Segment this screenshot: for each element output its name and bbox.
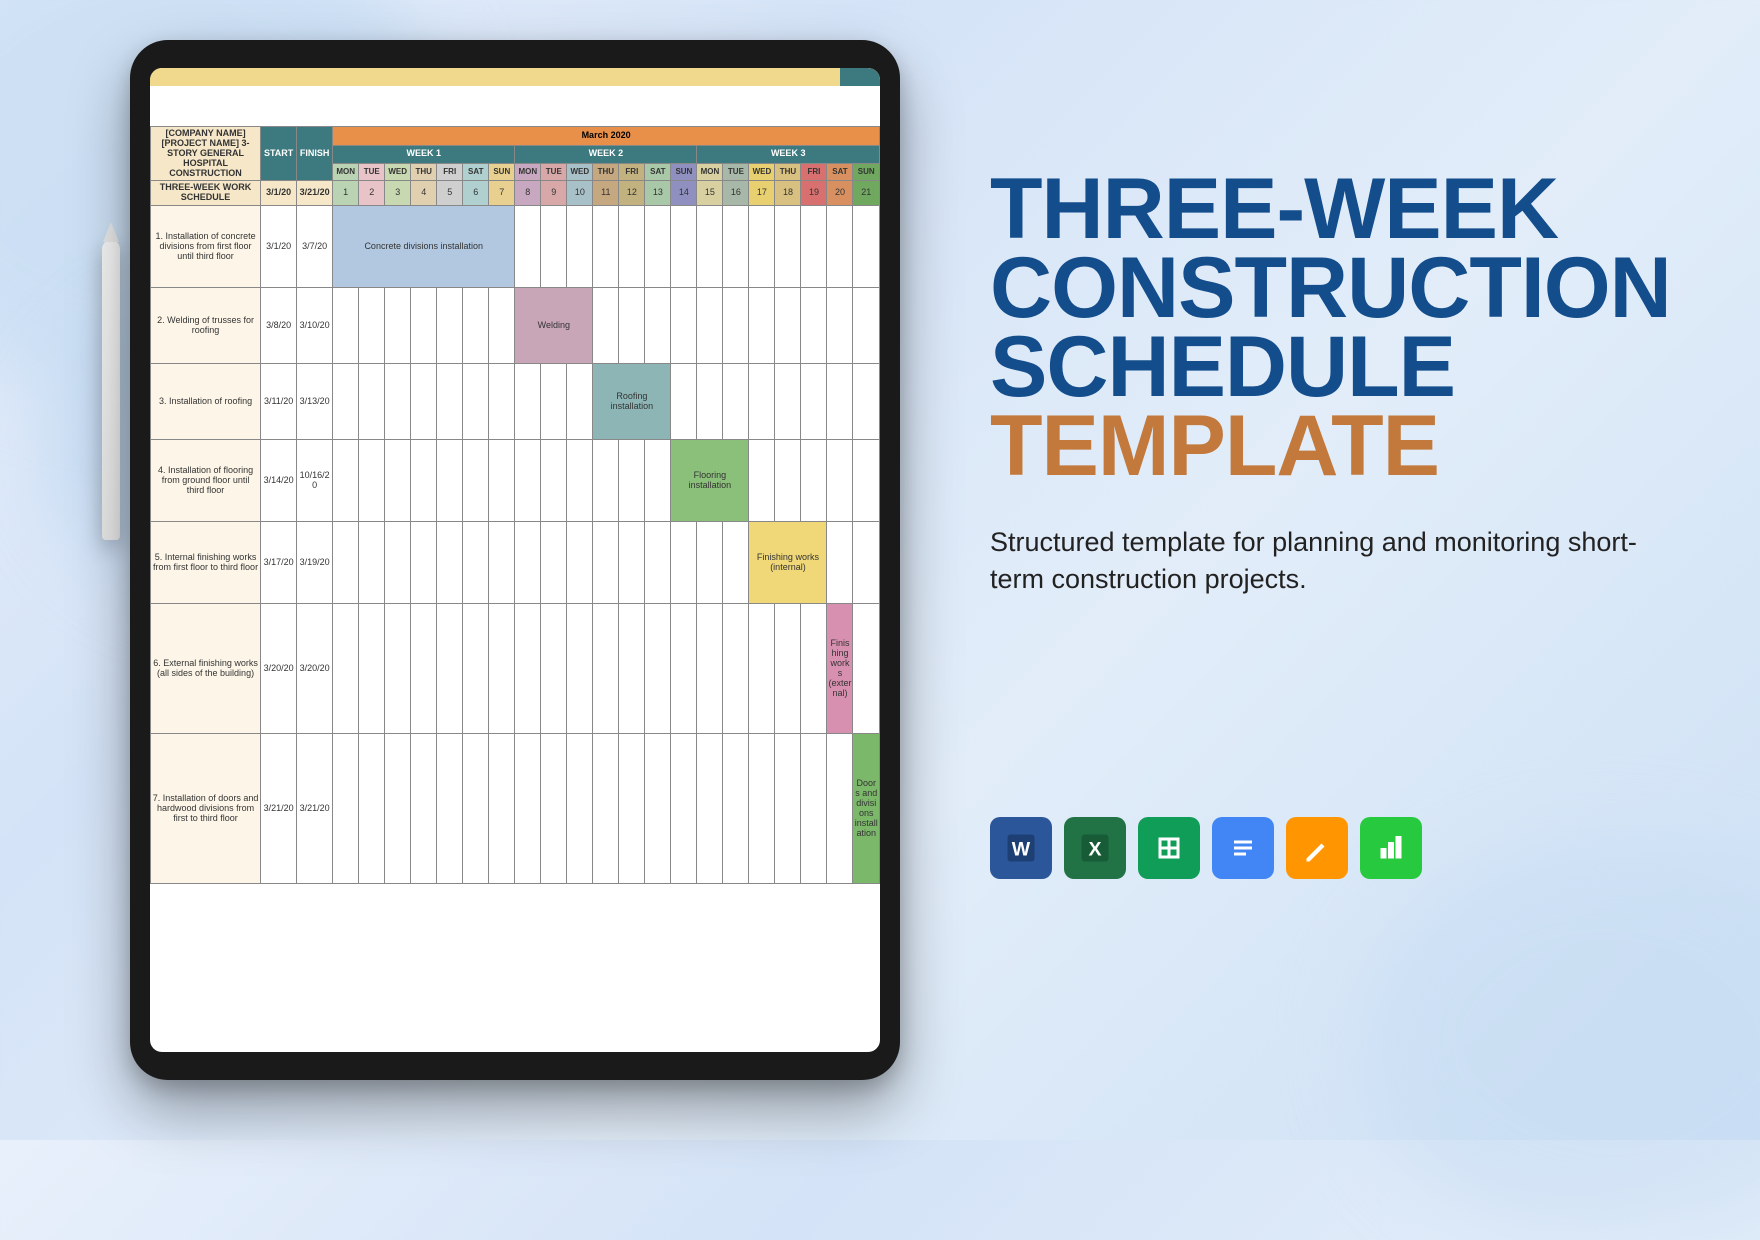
- task-end: 3/13/20: [297, 364, 333, 440]
- tablet-mockup: [COMPANY NAME] [PROJECT NAME] 3-STORY GE…: [130, 40, 900, 1080]
- day-numbers-row: THREE-WEEK WORK SCHEDULE 3/1/20 3/21/20 …: [151, 181, 880, 206]
- task-name: 7. Installation of doors and hardwood di…: [151, 734, 261, 884]
- task-start: 3/8/20: [261, 288, 297, 364]
- day-header: SAT: [645, 164, 671, 181]
- day-header: MON: [697, 164, 723, 181]
- gantt-bar: Finishing works (external): [827, 604, 853, 734]
- gantt-bar: Roofing installation: [593, 364, 671, 440]
- task-row: 5. Internal finishing works from first f…: [151, 522, 880, 604]
- day-header: MON: [515, 164, 541, 181]
- day-header: SUN: [853, 164, 880, 181]
- numbers-icon: [1360, 817, 1422, 879]
- task-end: 3/21/20: [297, 734, 333, 884]
- gantt-bar: Concrete divisions installation: [333, 206, 515, 288]
- task-start: 3/11/20: [261, 364, 297, 440]
- task-end: 3/20/20: [297, 604, 333, 734]
- day-header: SUN: [671, 164, 697, 181]
- task-start: 3/14/20: [261, 440, 297, 522]
- docs-icon: [1212, 817, 1274, 879]
- sheet-top-bar: [150, 68, 880, 86]
- schedule-table: [COMPANY NAME] [PROJECT NAME] 3-STORY GE…: [150, 126, 880, 884]
- task-start: 3/21/20: [261, 734, 297, 884]
- gantt-bar: Doors and divisions installation: [853, 734, 880, 884]
- word-icon: W: [990, 817, 1052, 879]
- task-start: 3/17/20: [261, 522, 297, 604]
- day-header: FRI: [801, 164, 827, 181]
- day-header: FRI: [619, 164, 645, 181]
- sheets-icon: [1138, 817, 1200, 879]
- task-end: 3/7/20: [297, 206, 333, 288]
- day-header: SAT: [827, 164, 853, 181]
- gantt-bar: Finishing works (internal): [749, 522, 827, 604]
- marketing-copy: THREE-WEEK CONSTRUCTION SCHEDULE TEMPLAT…: [990, 170, 1670, 879]
- task-start: 3/1/20: [261, 206, 297, 288]
- finish-header: FINISH: [297, 127, 333, 181]
- svg-text:X: X: [1088, 839, 1101, 861]
- day-header: SUN: [489, 164, 515, 181]
- day-header: MON: [333, 164, 359, 181]
- task-name: 3. Installation of roofing: [151, 364, 261, 440]
- month-header: March 2020: [333, 127, 880, 146]
- day-header: TUE: [723, 164, 749, 181]
- task-row: 3. Installation of roofing3/11/203/13/20…: [151, 364, 880, 440]
- task-row: 6. External finishing works (all sides o…: [151, 604, 880, 734]
- day-header: THU: [411, 164, 437, 181]
- page-title: THREE-WEEK CONSTRUCTION SCHEDULE TEMPLAT…: [990, 170, 1670, 486]
- format-icons-row: W X: [990, 817, 1670, 879]
- day-header: TUE: [359, 164, 385, 181]
- task-row: 1. Installation of concrete divisions fr…: [151, 206, 880, 288]
- gantt-bar: Flooring installation: [671, 440, 749, 522]
- day-header: THU: [593, 164, 619, 181]
- task-row: 2. Welding of trusses for roofing3/8/203…: [151, 288, 880, 364]
- tablet-screen: [COMPANY NAME] [PROJECT NAME] 3-STORY GE…: [150, 68, 880, 1052]
- task-name: 2. Welding of trusses for roofing: [151, 288, 261, 364]
- task-end: 3/19/20: [297, 522, 333, 604]
- task-end: 10/16/20: [297, 440, 333, 522]
- svg-text:W: W: [1012, 839, 1031, 861]
- start-header: START: [261, 127, 297, 181]
- task-row: 7. Installation of doors and hardwood di…: [151, 734, 880, 884]
- schedule-label: THREE-WEEK WORK SCHEDULE: [151, 181, 261, 206]
- task-name: 4. Installation of flooring from ground …: [151, 440, 261, 522]
- excel-icon: X: [1064, 817, 1126, 879]
- task-start: 3/20/20: [261, 604, 297, 734]
- project-header: [COMPANY NAME] [PROJECT NAME] 3-STORY GE…: [151, 127, 261, 181]
- page-subtitle: Structured template for planning and mon…: [990, 524, 1670, 597]
- task-name: 6. External finishing works (all sides o…: [151, 604, 261, 734]
- day-header: FRI: [437, 164, 463, 181]
- day-header: WED: [749, 164, 775, 181]
- apple-pencil: [102, 240, 120, 540]
- task-row: 4. Installation of flooring from ground …: [151, 440, 880, 522]
- day-header: WED: [567, 164, 593, 181]
- task-name: 5. Internal finishing works from first f…: [151, 522, 261, 604]
- gantt-bar: Welding: [515, 288, 593, 364]
- task-end: 3/10/20: [297, 288, 333, 364]
- day-header: THU: [775, 164, 801, 181]
- day-header: WED: [385, 164, 411, 181]
- task-name: 1. Installation of concrete divisions fr…: [151, 206, 261, 288]
- day-header: SAT: [463, 164, 489, 181]
- pages-icon: [1286, 817, 1348, 879]
- day-header: TUE: [541, 164, 567, 181]
